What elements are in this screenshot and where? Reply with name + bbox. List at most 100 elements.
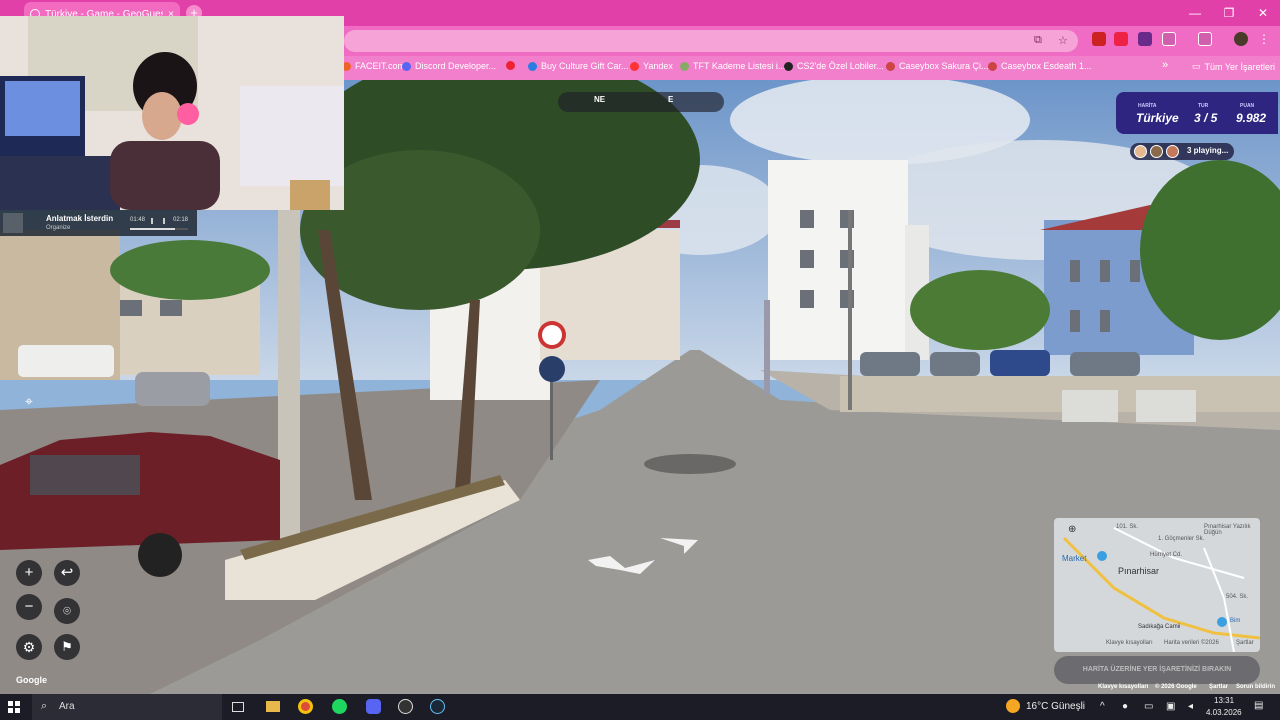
discord-icon: [402, 61, 411, 71]
obs-icon[interactable]: [398, 699, 413, 714]
album-art: [3, 213, 23, 233]
task-view-icon[interactable]: [232, 702, 244, 712]
minimize-button[interactable]: —: [1178, 0, 1212, 26]
bookmark-star-icon[interactable]: ☆: [1058, 34, 1068, 47]
map-label: Sadıkağa Camii: [1138, 624, 1181, 630]
copyright-text: © 2026 Google: [1155, 684, 1197, 690]
webcam-overlay: [0, 16, 344, 210]
round-label: TUR: [1198, 103, 1209, 109]
bookmark-item[interactable]: [506, 61, 519, 70]
place-guess-button[interactable]: HARİTA ÜZERİNE YER İŞARETİNİZİ BIRAKIN: [1054, 656, 1260, 684]
score-label: PUAN: [1240, 103, 1255, 109]
folder-icon: ▭: [1192, 61, 1201, 71]
compass-bar: NE E: [558, 92, 724, 112]
game-status-panel: HARİTA Türkiye TUR 3 / 5 PUAN 9.982: [1116, 92, 1278, 134]
bookmark-favicon-icon: [506, 61, 515, 70]
gift-icon: [528, 61, 537, 71]
twitch-extension-icon[interactable]: [1138, 32, 1152, 46]
zoom-out-button[interactable]: −: [16, 594, 42, 620]
progress-bar: [130, 228, 188, 230]
clock-date[interactable]: 4.03.2026: [1206, 708, 1242, 717]
flag-icon[interactable]: ⚑: [54, 634, 80, 660]
address-bar[interactable]: ⧉ ☆: [344, 30, 1078, 52]
keyboard-shortcuts-link[interactable]: Klavye kısayolları: [1098, 684, 1148, 690]
minimap-expand-icon[interactable]: ⊕: [1068, 524, 1076, 535]
network-icon[interactable]: ▭: [1144, 701, 1153, 712]
map-label: Pınarhisar Yazılık Düğün: [1204, 524, 1251, 536]
players-badge[interactable]: 3 playing...: [1130, 143, 1234, 160]
caseybox-icon: [988, 61, 997, 71]
weather-text[interactable]: 16°C Güneşli: [1026, 701, 1085, 712]
equalizer-icon: [151, 218, 165, 224]
bookmark-item[interactable]: Yandex: [630, 61, 673, 71]
map-label: Pınarhisar: [1118, 566, 1160, 576]
total-time: 02:18: [173, 217, 189, 223]
return-to-start-icon[interactable]: ⌾: [54, 598, 80, 624]
cs2-icon: [784, 61, 793, 71]
map-label: Market: [1062, 554, 1087, 563]
map-label: 101. Sk.: [1116, 524, 1139, 530]
windows-start-icon[interactable]: [8, 701, 20, 713]
bookmark-item[interactable]: Caseybox Esdeath 1...: [988, 61, 1092, 71]
monitor-icon[interactable]: ▣: [1166, 701, 1175, 712]
windows-taskbar: ⌕ Ara 16°C Güneşli ^ ● ▭ ▣ ◂ 13:31 4.03.…: [0, 694, 1280, 720]
all-bookmarks-folder[interactable]: ▭ Tüm Yer İşaretleri: [1192, 61, 1275, 72]
install-app-icon[interactable]: ⧉: [1034, 34, 1042, 47]
player-avatar: [1134, 145, 1147, 158]
sun-weather-icon: [1006, 699, 1020, 713]
compass-e: E: [668, 95, 674, 104]
round-value: 3 / 5: [1194, 111, 1218, 125]
map-label: Harita verileri ©2026: [1164, 640, 1219, 646]
restore-button[interactable]: ❐: [1212, 0, 1246, 26]
bookmark-item[interactable]: CS2'de Özel Lobiler...: [784, 61, 884, 71]
terms-link[interactable]: Şartlar: [1209, 684, 1228, 690]
bookmarks-overflow-icon[interactable]: »: [1162, 59, 1168, 71]
report-problem-link[interactable]: Sorun bildirin: [1236, 684, 1275, 690]
song-artist: Organize: [46, 225, 71, 231]
music-widget: Anlatmak İsterdin Organize 01:48 02:18: [0, 210, 197, 236]
extensions-puzzle-icon[interactable]: [1162, 32, 1176, 46]
undo-move-button[interactable]: ↩: [54, 560, 80, 586]
settings-gear-icon[interactable]: ⚙: [16, 634, 42, 660]
tft-icon: [680, 61, 689, 71]
bookmark-item[interactable]: Caseybox Sakura Çi...: [886, 61, 989, 71]
map-label: 1. Göçmenler Sk.: [1158, 536, 1205, 542]
bookmark-item[interactable]: Discord Developer...: [402, 61, 496, 71]
profile-avatar[interactable]: [1234, 32, 1248, 46]
google-logo: Google: [16, 675, 47, 685]
map-label: HARİTA: [1138, 103, 1157, 109]
guess-minimap[interactable]: ⊕ 101. Sk. 1. Göçmenler Sk. Pınarhisar Y…: [1054, 518, 1260, 652]
steam-icon[interactable]: [430, 699, 445, 714]
discord-icon[interactable]: [366, 699, 381, 714]
chrome-icon[interactable]: [298, 699, 313, 714]
microphone-icon[interactable]: ●: [1122, 701, 1128, 712]
tray-overflow-icon[interactable]: ^: [1100, 701, 1105, 712]
search-icon: ⌕: [41, 700, 48, 712]
extension-icon[interactable]: [1114, 32, 1128, 46]
caseybox-icon: [886, 61, 895, 71]
elapsed-time: 01:48: [130, 217, 146, 223]
extension-icon[interactable]: [1092, 32, 1106, 46]
map-value: Türkiye: [1136, 111, 1179, 125]
close-window-button[interactable]: ✕: [1246, 0, 1280, 26]
player-avatar: [1166, 145, 1179, 158]
taskbar-search[interactable]: ⌕ Ara: [32, 694, 222, 720]
spotify-icon[interactable]: [332, 699, 347, 714]
song-title: Anlatmak İsterdin: [46, 214, 114, 223]
speaker-icon[interactable]: ◂: [1188, 701, 1193, 712]
file-explorer-icon[interactable]: [266, 701, 280, 712]
side-panel-icon[interactable]: [1198, 32, 1212, 46]
zoom-in-button[interactable]: +: [16, 560, 42, 586]
browser-menu-icon[interactable]: ⋮: [1258, 32, 1272, 46]
player-avatar: [1150, 145, 1163, 158]
screen: Türkiye - Game - GeoGuessr × + — ❐ ✕ ⧉ ☆…: [0, 0, 1280, 720]
notification-icon[interactable]: ▤: [1254, 700, 1263, 711]
players-count: 3 playing...: [1187, 146, 1229, 155]
bookmark-item[interactable]: FACEIT.com: [342, 61, 405, 71]
location-pin-icon[interactable]: ⌖: [16, 388, 42, 414]
clock-time[interactable]: 13:31: [1214, 696, 1234, 705]
yandex-icon: [630, 61, 639, 71]
bookmark-item[interactable]: Buy Culture Gift Car...: [528, 61, 629, 71]
bookmark-item[interactable]: TFT Kademe Listesi i...: [680, 61, 785, 71]
map-label: Bim: [1230, 618, 1241, 624]
